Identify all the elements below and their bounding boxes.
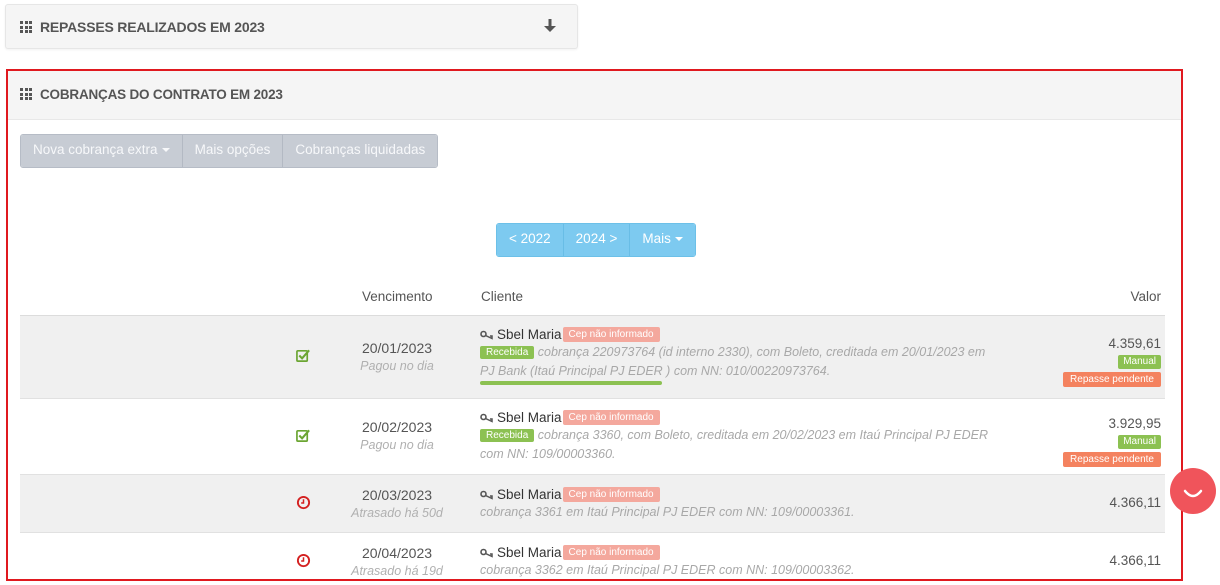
cobrancas-panel-title: COBRANÇAS DO CONTRATO EM 2023 [20, 71, 283, 119]
table-header: Vencimento Cliente Valor [20, 277, 1165, 316]
charge-value: 4.366,11 [1109, 553, 1161, 568]
charge-description: cobrança 3361 em Itaú Principal PJ EDER … [480, 505, 855, 519]
charge-value: 4.359,61 [1108, 336, 1161, 351]
charge-description: cobrança 3362 em Itaú Principal PJ EDER … [480, 563, 855, 577]
manual-badge: Manual [1118, 435, 1161, 449]
due-date: 20/03/2023 [361, 487, 433, 503]
table-row[interactable]: 20/01/2023 Pagou no dia Sbel Maria Cep n… [20, 316, 1165, 399]
more-years-button[interactable]: Mais [630, 224, 695, 256]
charge-description: cobrança 3360, com Boleto, creditada em … [480, 428, 989, 461]
charge-value: 4.366,11 [1109, 495, 1161, 510]
more-years-label: Mais [642, 231, 671, 246]
valor-cell: 3.929,95 Manual Repasse pendente [1063, 416, 1161, 467]
due-date: 20/04/2023 [361, 545, 433, 561]
column-header-valor[interactable]: Valor [1130, 289, 1161, 304]
table-row[interactable]: 20/02/2023 Pagou no dia Sbel Maria Cep n… [20, 399, 1165, 475]
actions-button-group: Nova cobrança extra Mais opções Cobrança… [20, 134, 439, 168]
repasse-pendente-badge: Repasse pendente [1063, 452, 1161, 467]
due-date: 20/02/2023 [361, 419, 433, 435]
payment-status-text: Atrasado há 50d [351, 506, 443, 520]
caret-down-icon [161, 148, 170, 152]
cobrancas-panel: COBRANÇAS DO CONTRATO EM 2023 Nova cobra… [6, 69, 1183, 581]
cliente-cell: Sbel Maria Cep não informado Recebida co… [480, 327, 1040, 385]
cep-badge: Cep não informado [562, 545, 660, 560]
key-icon [480, 413, 493, 423]
progress-underline [480, 381, 662, 385]
repasses-panel[interactable]: REPASSES REALIZADOS EM 2023 [5, 4, 578, 49]
grid-icon [20, 88, 32, 100]
status-badge: Recebida [480, 429, 535, 442]
column-header-vencimento[interactable]: Vencimento [362, 289, 433, 304]
valor-cell: 4.366,11 [1109, 553, 1161, 568]
mais-opcoes-button[interactable]: Mais opções [182, 135, 284, 167]
vencimento-cell: 20/03/2023 Atrasado há 50d [338, 487, 456, 520]
vencimento-cell: 20/01/2023 Pagou no dia [338, 340, 456, 373]
key-icon [480, 330, 493, 340]
payment-status-text: Pagou no dia [360, 359, 434, 373]
clock-icon [296, 495, 311, 510]
cliente-cell: Sbel Maria Cep não informado cobrança 33… [480, 487, 1040, 521]
caret-down-icon [674, 237, 683, 241]
table-row[interactable]: 20/03/2023 Atrasado há 50d Sbel Maria Ce… [20, 475, 1165, 533]
cobrancas-liquidadas-button[interactable]: Cobranças liquidadas [283, 135, 438, 167]
nova-cobranca-label: Nova cobrança extra [33, 142, 158, 157]
next-year-button[interactable]: 2024 > [563, 224, 631, 256]
cep-badge: Cep não informado [562, 327, 660, 342]
valor-cell: 4.366,11 [1109, 495, 1161, 510]
charge-description: cobrança 220973764 (id interno 2330), co… [480, 345, 986, 378]
due-date: 20/01/2023 [361, 340, 433, 356]
manual-badge: Manual [1118, 355, 1161, 369]
client-name-link[interactable]: Sbel Maria [497, 545, 562, 560]
year-navigation: < 2022 2024 > Mais [496, 223, 696, 257]
table-row[interactable]: 20/04/2023 Atrasado há 19d Sbel Maria Ce… [20, 533, 1165, 579]
client-name-link[interactable]: Sbel Maria [497, 487, 562, 502]
arrow-down-icon[interactable] [543, 18, 557, 34]
column-header-cliente[interactable]: Cliente [481, 289, 523, 304]
chat-widget-button[interactable] [1170, 468, 1216, 514]
repasses-title-text: REPASSES REALIZADOS EM 2023 [40, 19, 265, 35]
cliente-cell: Sbel Maria Cep não informado Recebida co… [480, 410, 1040, 463]
status-badge: Recebida [480, 346, 535, 359]
client-name-link[interactable]: Sbel Maria [497, 410, 562, 425]
cobrancas-title-text: COBRANÇAS DO CONTRATO EM 2023 [40, 87, 283, 102]
vencimento-cell: 20/04/2023 Atrasado há 19d [338, 545, 456, 578]
charge-value: 3.929,95 [1108, 416, 1161, 431]
prev-year-button[interactable]: < 2022 [497, 224, 564, 256]
payment-status-text: Atrasado há 19d [351, 564, 443, 578]
valor-cell: 4.359,61 Manual Repasse pendente [1063, 336, 1161, 387]
cep-badge: Cep não informado [562, 487, 660, 502]
cep-badge: Cep não informado [562, 410, 660, 425]
vencimento-cell: 20/02/2023 Pagou no dia [338, 419, 456, 452]
clock-icon [296, 553, 311, 568]
check-icon [296, 349, 310, 362]
cobrancas-panel-header: COBRANÇAS DO CONTRATO EM 2023 [8, 71, 1181, 120]
chat-icon [1183, 489, 1203, 498]
repasse-pendente-badge: Repasse pendente [1063, 372, 1161, 387]
client-name-link[interactable]: Sbel Maria [497, 327, 562, 342]
cliente-cell: Sbel Maria Cep não informado cobrança 33… [480, 545, 1040, 579]
check-icon [296, 429, 310, 442]
key-icon [480, 490, 493, 500]
nova-cobranca-extra-button[interactable]: Nova cobrança extra [21, 135, 183, 167]
repasses-panel-title: REPASSES REALIZADOS EM 2023 [20, 5, 265, 50]
payment-status-text: Pagou no dia [360, 438, 434, 452]
key-icon [480, 548, 493, 558]
grid-icon [20, 21, 32, 33]
